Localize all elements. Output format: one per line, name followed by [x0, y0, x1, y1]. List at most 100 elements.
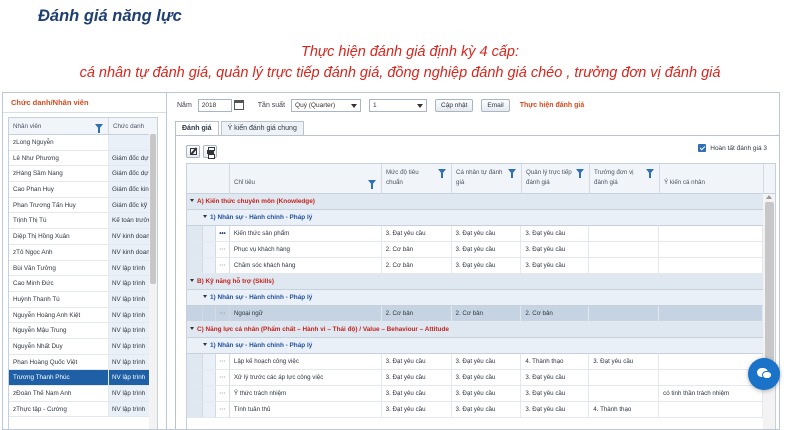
row-menu-icon[interactable]: ···	[216, 402, 230, 417]
column-header-unit-head[interactable]: Trưởng đơn vị đánh giá	[590, 164, 660, 194]
manager-assessment-cell[interactable]: 3. Đạt yêu cầu	[521, 386, 590, 401]
employee-row[interactable]: Nguyễn Nhất Duy NV lập trình	[9, 338, 157, 355]
filter-icon[interactable]	[368, 180, 376, 189]
checkbox-checked-icon[interactable]	[698, 144, 707, 152]
column-header-criteria[interactable]: Chỉ tiêu	[230, 164, 382, 194]
comment-cell[interactable]	[659, 402, 763, 417]
employee-row[interactable]: zHàng Sầm Nang Giám đốc dự á	[9, 166, 157, 183]
employee-row[interactable]: Bùi Văn Tưởng NV lập trình	[9, 260, 157, 277]
unit-head-assessment-cell[interactable]	[589, 226, 660, 241]
collapse-icon[interactable]	[190, 279, 194, 282]
subgroup-row[interactable]: 1) Nhân sự - Hành chính - Pháp lý	[187, 210, 763, 226]
comment-cell[interactable]	[659, 242, 763, 257]
employee-row[interactable]: Nguyễn Hoàng Anh Kiệt NV lập trình	[9, 307, 157, 324]
standard-cell[interactable]: 3. Đạt yêu cầu	[382, 386, 452, 401]
assessment-scrollbar-thumb[interactable]	[765, 202, 774, 382]
row-menu-icon[interactable]: ···	[216, 258, 230, 273]
unit-head-assessment-cell[interactable]	[589, 306, 660, 321]
unit-head-assessment-cell[interactable]	[589, 242, 660, 257]
row-menu-icon[interactable]: ···	[216, 386, 230, 401]
chat-button[interactable]	[748, 358, 780, 390]
filter-icon[interactable]	[576, 169, 584, 178]
employee-row[interactable]: Lê Như Phương Giám đốc dự á	[9, 150, 157, 167]
self-assessment-cell[interactable]: 3. Đạt yêu cầu	[452, 386, 522, 401]
employee-row[interactable]: zTô Ngọc Anh NV kinh doanh	[9, 244, 157, 261]
unit-head-assessment-cell[interactable]: 4. Thành thạo	[589, 402, 660, 417]
column-header-comment[interactable]: Ý kiến cá nhân	[660, 164, 764, 194]
table-row[interactable]: ··· Phục vụ khách hàng 2. Cơ bản 3. Đạt yêu…	[187, 242, 763, 258]
standard-cell[interactable]: 3. Đạt yêu cầu	[382, 354, 452, 369]
collapse-icon[interactable]	[190, 327, 194, 330]
table-row[interactable]: ··· Tính tuân thủ 3. Đạt yêu cầu 3. Đạt yêu…	[187, 402, 763, 418]
standard-cell[interactable]: 2. Cơ bản	[382, 306, 452, 321]
column-header-standard[interactable]: Mức độ tiêu chuẩn	[382, 164, 452, 194]
assessment-scrollbar[interactable]	[763, 194, 775, 429]
standard-cell[interactable]: 3. Đạt yêu cầu	[382, 402, 452, 417]
employee-row[interactable]: Huỳnh Thanh Tú NV lập trình	[9, 291, 157, 308]
comment-cell[interactable]	[659, 226, 763, 241]
employee-scrollbar-thumb[interactable]	[150, 134, 156, 284]
collapse-icon[interactable]	[203, 343, 207, 346]
manager-assessment-cell[interactable]: 3. Đạt yêu cầu	[521, 402, 590, 417]
group-row[interactable]: B) Kỹ năng hỗ trợ (Skills)	[187, 274, 763, 290]
filter-icon[interactable]	[508, 169, 516, 178]
filter-icon[interactable]	[95, 124, 103, 133]
row-menu-icon[interactable]: •••	[216, 226, 230, 241]
update-button[interactable]: Cập nhật	[435, 98, 474, 112]
manager-assessment-cell[interactable]: 4. Thành thạo	[521, 354, 590, 369]
column-header-self[interactable]: Cá nhân tự đánh giá	[452, 164, 522, 194]
tab-assessment[interactable]: Đánh giá	[175, 121, 219, 135]
filter-icon[interactable]	[646, 169, 654, 178]
employee-row[interactable]: Nguyễn Mậu Trung NV lập trình	[9, 323, 157, 339]
employee-row[interactable]: Cao Minh Đức NV lập trình	[9, 276, 157, 292]
tab-general-comments[interactable]: Ý kiến đánh giá chung	[220, 121, 304, 135]
standard-cell[interactable]: 2. Cơ bản	[382, 242, 452, 257]
edit-button[interactable]	[186, 145, 200, 158]
self-assessment-cell[interactable]: 3. Đạt yêu cầu	[452, 242, 522, 257]
employee-row[interactable]: Diệp Thị Hồng Xuân NV kinh doanh	[9, 229, 157, 245]
unit-head-assessment-cell[interactable]	[589, 370, 660, 385]
unit-head-assessment-cell[interactable]	[589, 386, 660, 401]
frequency-select[interactable]: Quý (Quarter)	[291, 98, 362, 112]
column-header-employee[interactable]: Nhân viên	[9, 118, 109, 134]
manager-assessment-cell[interactable]: 3. Đạt yêu cầu	[521, 370, 590, 385]
unit-head-assessment-cell[interactable]: 3. Đạt yêu cầu	[589, 354, 660, 369]
complete-assessment-checkbox[interactable]: Hoàn tất đánh giá 3	[698, 144, 767, 152]
group-row[interactable]: A) Kiến thức chuyên môn (Knowledge)	[187, 194, 763, 210]
manager-assessment-cell[interactable]: 3. Đạt yêu cầu	[521, 242, 590, 257]
table-row[interactable]: ··· Ý thức trách nhiệm 3. Đạt yêu cầu 3. Đạ…	[187, 386, 763, 402]
email-button[interactable]: Email	[481, 98, 510, 112]
unit-head-assessment-cell[interactable]	[589, 258, 660, 273]
row-menu-icon[interactable]: ···	[216, 354, 230, 369]
standard-cell[interactable]: 2. Cơ bản	[382, 258, 452, 273]
table-row[interactable]: ··· Xử lý trước các áp lực công việc 3. Đạ…	[187, 370, 763, 386]
collapse-icon[interactable]	[203, 295, 207, 298]
employee-row[interactable]: Phan Hoàng Quốc Việt NV lập trình	[9, 354, 157, 371]
self-assessment-cell[interactable]: 3. Đạt yêu cầu	[452, 402, 522, 417]
self-assessment-cell[interactable]: 2. Cơ bản	[452, 306, 522, 321]
row-menu-icon[interactable]: ···	[216, 242, 230, 257]
self-assessment-cell[interactable]: 3. Đạt yêu cầu	[452, 258, 522, 273]
manager-assessment-cell[interactable]: 2. Cơ bản	[521, 306, 590, 321]
standard-cell[interactable]: 3. Đạt yêu cầu	[382, 370, 452, 385]
employee-row[interactable]: Phan Trương Tấn Huy Giám đốc kỹ th	[9, 197, 157, 214]
self-assessment-cell[interactable]: 3. Đạt yêu cầu	[452, 370, 522, 385]
comment-cell[interactable]	[659, 354, 763, 369]
self-assessment-cell[interactable]: 3. Đạt yêu cầu	[452, 226, 522, 241]
filter-icon[interactable]	[438, 169, 446, 178]
scroll-up-icon[interactable]	[766, 195, 772, 199]
employee-row[interactable]: zThực tập - Cường NV lập trình	[9, 401, 157, 418]
subgroup-row[interactable]: 1) Nhân sự - Hành chính - Pháp lý	[187, 290, 763, 306]
collapse-icon[interactable]	[190, 199, 194, 202]
group-row[interactable]: C) Năng lực cá nhân (Phẩm chất – Hành vi…	[187, 322, 763, 338]
subgroup-row[interactable]: 1) Nhân sự - Hành chính - Pháp lý	[187, 338, 763, 354]
row-menu-icon[interactable]: ···	[216, 370, 230, 385]
row-menu-icon[interactable]: ···	[216, 306, 230, 321]
employee-row[interactable]: Trương Thanh Phúc NV lập trình	[9, 370, 157, 386]
table-row[interactable]: ··· Ngoại ngữ 2. Cơ bản 2. Cơ bản 2. Cơ bản	[187, 306, 763, 322]
year-input[interactable]: 2018	[197, 98, 232, 112]
table-row[interactable]: ··· Lập kế hoạch công việc 3. Đạt yêu cầu 3…	[187, 354, 763, 370]
standard-cell[interactable]: 3. Đạt yêu cầu	[382, 226, 452, 241]
perform-assessment-link[interactable]: Thực hiện đánh giá	[520, 102, 585, 109]
print-button[interactable]	[203, 145, 217, 159]
